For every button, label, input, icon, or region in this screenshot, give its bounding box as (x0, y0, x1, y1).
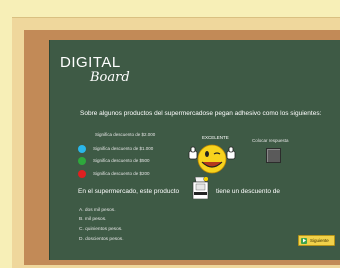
arrow-right-icon (301, 237, 307, 244)
digital-board: DIGITAL Board Sobre algunos productos de… (49, 40, 340, 260)
legend-label: Significa descuento de $1.000 (93, 146, 154, 151)
green-sticker-icon[interactable] (78, 156, 86, 165)
brand-sub: Board (90, 70, 130, 85)
legend-item: Significa descuento de $200 (78, 169, 150, 178)
legend-item: Significa descuento de $500 (78, 156, 150, 165)
option-d[interactable]: D. doscientos pesos. (79, 237, 124, 242)
product-package-icon (192, 176, 209, 200)
option-c[interactable]: C. quinientos pesos. (79, 227, 122, 232)
red-sticker-icon[interactable] (78, 169, 86, 178)
option-a[interactable]: A. dos mil pesos. (79, 208, 116, 213)
blue-sticker-icon[interactable] (78, 144, 86, 153)
feedback-label: EXCELENTE (202, 135, 229, 140)
legend-title: Significa descuento de $2.000 (95, 132, 156, 137)
legend-item: Significa descuento de $1.000 (78, 144, 153, 153)
next-button-label: Siguiente (310, 238, 329, 243)
option-b[interactable]: B. mil pesos. (79, 217, 106, 222)
sentence-part2: tiene un descuento de (216, 188, 280, 195)
brand-main: DIGITAL (60, 54, 121, 71)
legend-label: Significa descuento de $200 (93, 171, 150, 176)
drop-zone-label: Colocar respuesta (252, 138, 289, 143)
sentence-part1: En el supermercado, este producto (78, 188, 180, 195)
question-text: Sobre algunos productos del supermercado… (80, 110, 322, 117)
next-button[interactable]: Siguiente (298, 235, 335, 246)
smiley-thumbs-up-icon (187, 135, 237, 177)
answer-drop-zone[interactable] (266, 148, 281, 163)
legend-label: Significa descuento de $500 (93, 158, 150, 163)
